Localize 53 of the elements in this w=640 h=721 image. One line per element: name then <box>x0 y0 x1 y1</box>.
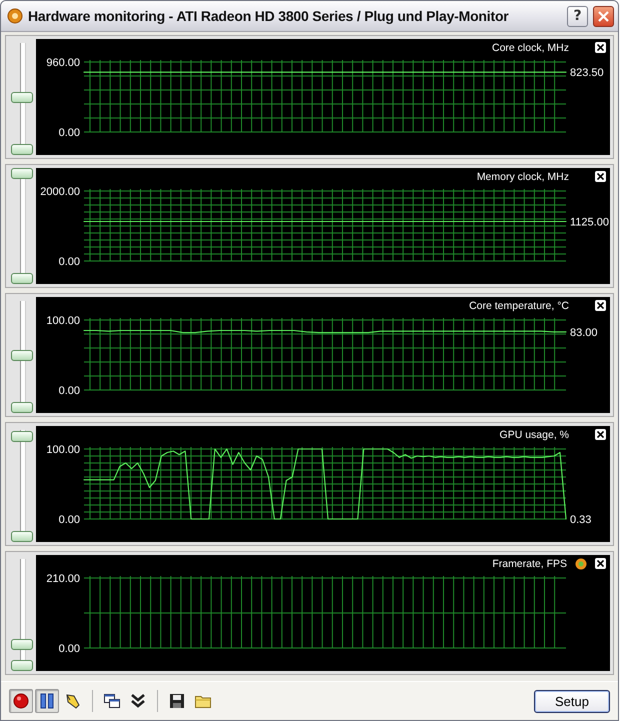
axis-label: 100.00 <box>46 444 80 456</box>
graph-title: GPU usage, % <box>500 428 569 440</box>
axis-label: 2000.00 <box>40 186 80 198</box>
window-title: Hardware monitoring - ATI Radeon HD 3800 Series / Plug und Play-Monitor <box>28 8 510 24</box>
axis-label: 0.00 <box>58 256 80 268</box>
pause-button[interactable] <box>35 689 59 713</box>
close-button[interactable] <box>595 558 606 569</box>
record-button[interactable] <box>9 689 33 713</box>
slider-thumb[interactable] <box>11 273 33 284</box>
record-icon <box>12 692 30 710</box>
slider-thumb[interactable] <box>11 431 33 442</box>
close-button[interactable] <box>595 300 606 311</box>
slider-thumb[interactable] <box>11 168 33 179</box>
save-icon <box>168 692 186 710</box>
slider-thumb[interactable] <box>11 531 33 542</box>
current-value-label: 823.50 <box>570 67 604 80</box>
current-value-label: 1125.00 <box>570 216 609 228</box>
close-icon <box>597 431 604 438</box>
graph-title: Core temperature, °C <box>469 300 569 312</box>
close-icon <box>598 10 609 22</box>
axis-label: 0.00 <box>58 514 80 526</box>
graph-title: Framerate, FPS <box>492 558 567 570</box>
axis-label: 210.00 <box>46 573 80 585</box>
slider-thumb[interactable] <box>11 350 33 360</box>
slider-thumb[interactable] <box>11 660 33 671</box>
slider-thumb[interactable] <box>11 402 33 413</box>
graph-title: Memory clock, MHz <box>476 170 569 182</box>
close-button[interactable] <box>593 6 614 26</box>
axis-label: 0.00 <box>58 643 80 655</box>
slider-thumb[interactable] <box>11 144 33 155</box>
close-icon <box>597 173 604 180</box>
current-value-label: 0.33 <box>570 514 592 526</box>
slider-thumb[interactable] <box>11 92 33 102</box>
double-chevron-icon <box>129 692 147 710</box>
windows-icon <box>103 692 121 710</box>
close-icon <box>597 302 604 309</box>
pen-icon <box>64 692 82 710</box>
pause-icon <box>38 692 56 710</box>
axis-label: 0.00 <box>58 385 80 397</box>
help-button[interactable]: ? <box>567 6 588 26</box>
close-button[interactable] <box>595 429 606 440</box>
graph-title: Core clock, MHz <box>492 42 569 54</box>
axis-label: 960.00 <box>46 57 80 69</box>
close-button[interactable] <box>595 42 606 53</box>
close-button[interactable] <box>595 171 606 182</box>
setup-button[interactable]: Setup <box>534 690 610 712</box>
current-value-label: 83.00 <box>570 326 598 339</box>
gear-icon <box>7 8 23 24</box>
close-icon <box>597 44 604 51</box>
close-icon <box>597 560 604 567</box>
slider-thumb[interactable] <box>11 639 33 650</box>
axis-label: 100.00 <box>46 315 80 327</box>
axis-label: 0.00 <box>58 127 80 139</box>
